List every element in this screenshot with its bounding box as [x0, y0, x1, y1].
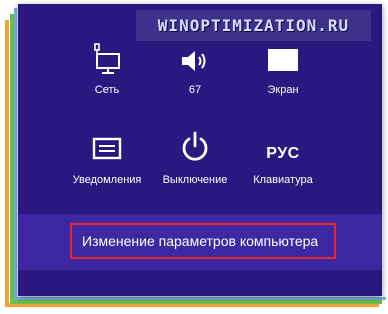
tile-keyboard-label: Клавиатура [253, 174, 313, 186]
tile-screen[interactable]: Экран [238, 34, 328, 96]
tile-volume-label: 67 [188, 84, 202, 96]
notifications-icon [62, 124, 152, 164]
speaker-icon [150, 34, 240, 74]
tile-network[interactable]: Сеть [62, 34, 152, 96]
keyboard-layout-indicator: РУС [238, 124, 328, 164]
tile-notifications-label: Уведомления [72, 174, 142, 186]
network-monitor-icon [62, 34, 152, 74]
tile-screen-label: Экран [267, 84, 299, 96]
power-icon [150, 124, 240, 164]
tile-volume[interactable]: 67 [150, 34, 240, 96]
tile-notifications[interactable]: Уведомления [62, 124, 152, 186]
tile-network-label: Сеть [94, 84, 120, 96]
tile-power[interactable]: Выключение [150, 124, 240, 186]
change-pc-settings-link[interactable]: Изменение параметров компьютера [70, 223, 336, 259]
tile-power-label: Выключение [162, 174, 228, 186]
tile-keyboard[interactable]: РУС Клавиатура [238, 124, 328, 186]
screen-icon [238, 34, 328, 74]
keyboard-layout-glyph: РУС [266, 145, 300, 162]
